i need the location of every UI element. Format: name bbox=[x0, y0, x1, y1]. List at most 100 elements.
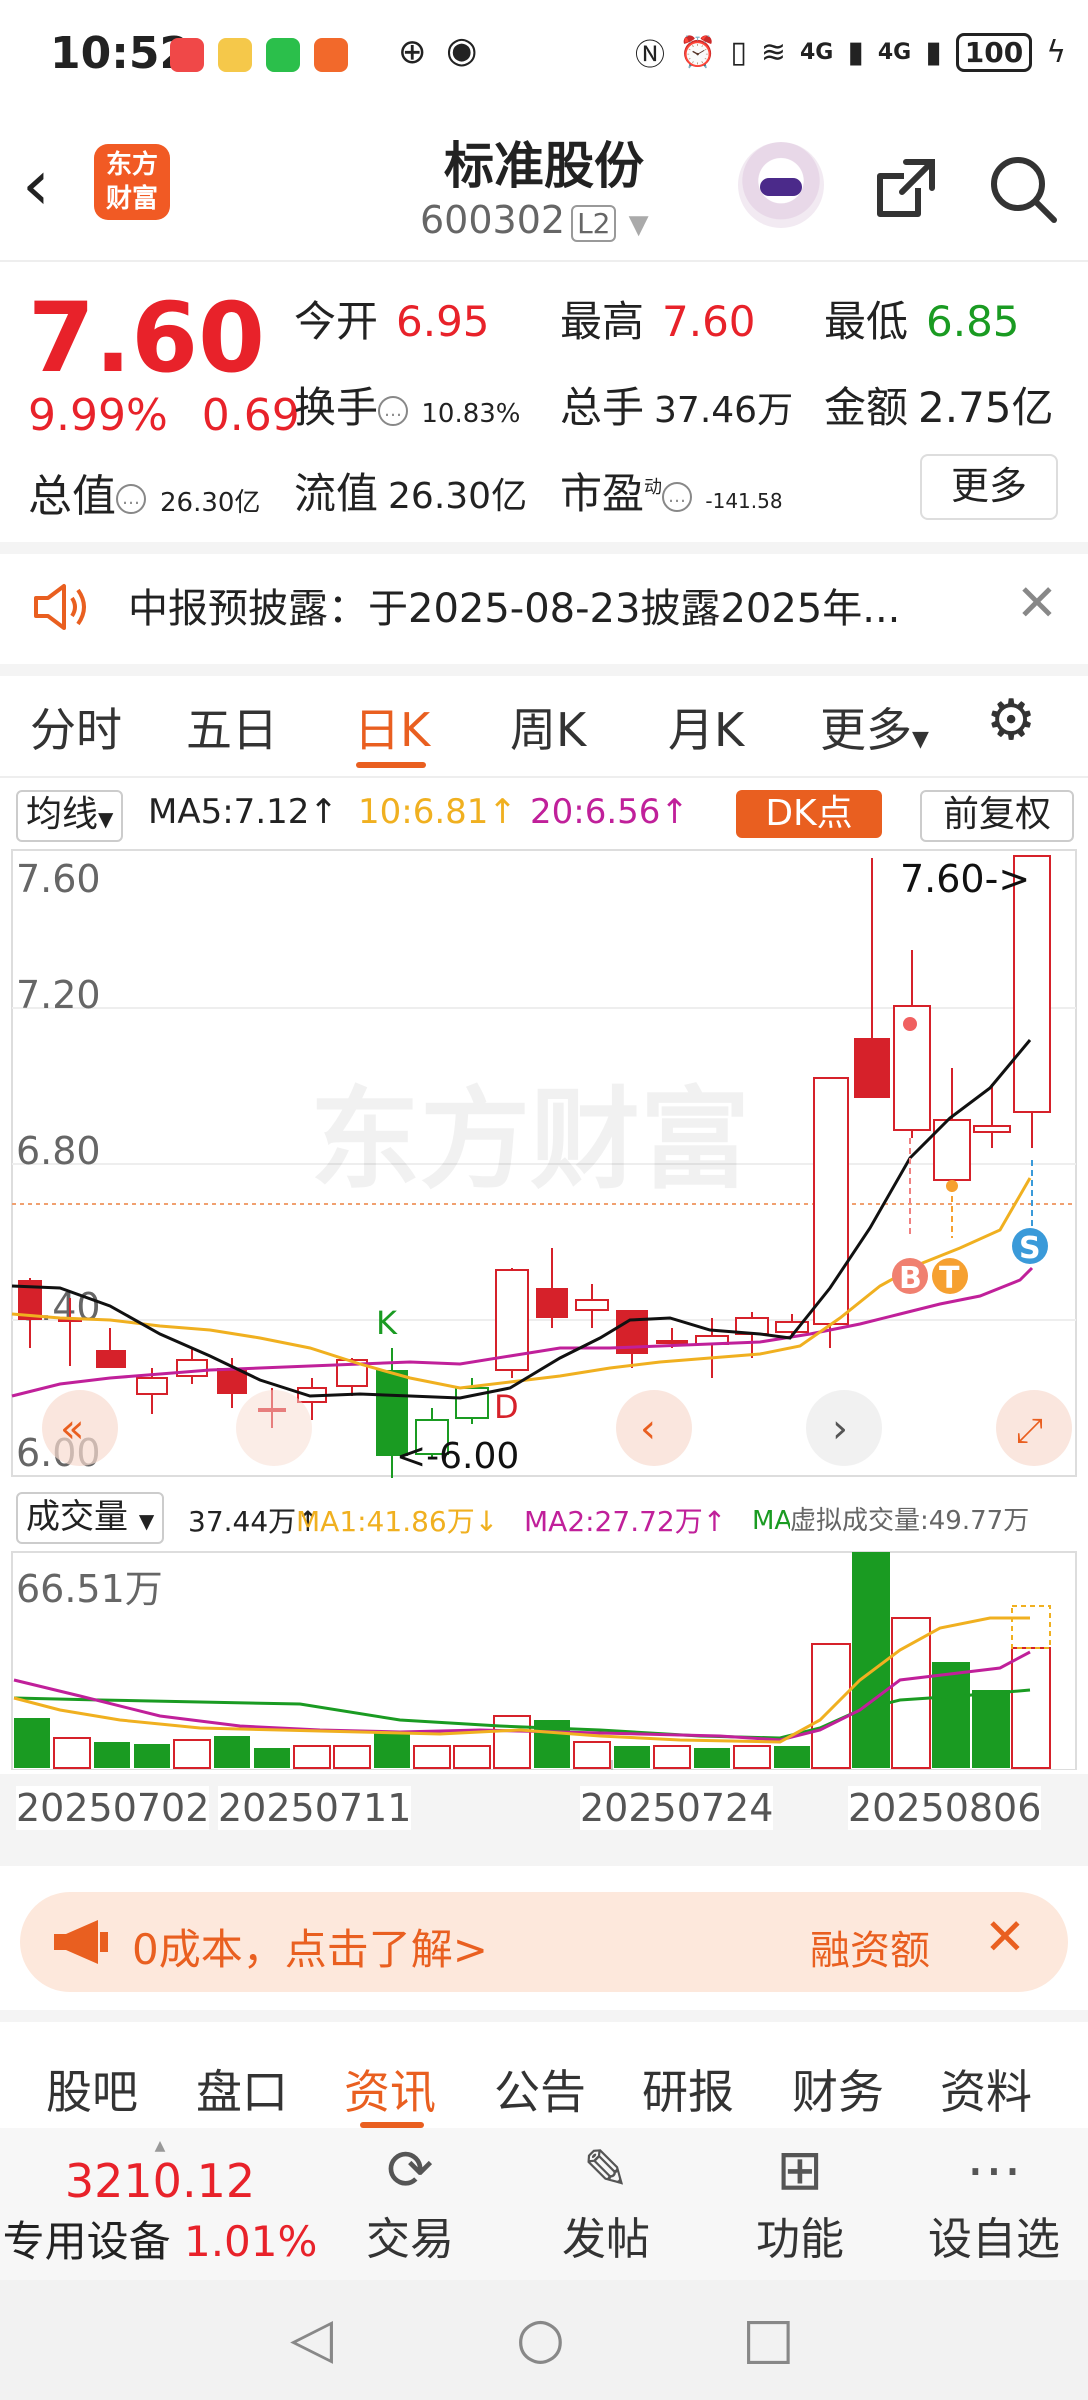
ma5-value: MA5:7.12↑ bbox=[148, 792, 338, 832]
y-label-760: 7.60 bbox=[16, 857, 101, 901]
volume-bar bbox=[932, 1662, 970, 1768]
more-circle-icon: ⋯ bbox=[966, 2138, 1022, 2203]
pe-value: -141.58 bbox=[705, 489, 783, 513]
grid-icon: ⊞ bbox=[776, 2138, 824, 2203]
candle bbox=[536, 1288, 568, 1318]
tab-daily-k[interactable]: 日K bbox=[354, 694, 430, 760]
weibo-icon bbox=[218, 38, 252, 72]
zoom-out-button[interactable] bbox=[236, 1390, 312, 1466]
share-icon[interactable] bbox=[866, 148, 946, 228]
amount-label: 金额 bbox=[824, 383, 909, 432]
volume-chart[interactable]: 66.51万 bbox=[0, 1550, 1088, 1770]
amount-value: 2.75亿 bbox=[918, 383, 1054, 432]
buy-marker-label: B bbox=[899, 1261, 922, 1296]
tab-monthly-k[interactable]: 月K bbox=[668, 694, 744, 760]
sector-change: 1.01% bbox=[183, 2217, 318, 2266]
notice-text: 中报预披露：于2025-08-23披露2025年... bbox=[128, 586, 901, 632]
sector-index-value: 3210.12 bbox=[64, 2154, 256, 2208]
volume-bar bbox=[811, 1643, 851, 1769]
float-cell: 流值 26.30亿 bbox=[294, 460, 527, 521]
mktcap-cell[interactable]: 总值… 26.30亿 bbox=[28, 460, 260, 524]
nav-home-icon[interactable]: ○ bbox=[516, 2306, 565, 2371]
caret-down-icon: ▼ bbox=[98, 807, 114, 831]
tab-guba[interactable]: 股吧 bbox=[46, 2056, 138, 2122]
tab-order-book[interactable]: 盘口 bbox=[196, 2056, 288, 2122]
nav-recents-icon[interactable]: □ bbox=[742, 2306, 795, 2371]
double-chevron-left-icon: « bbox=[60, 1406, 84, 1452]
open-label: 今开 bbox=[294, 297, 379, 346]
volume-bar bbox=[14, 1718, 50, 1768]
info-icon: … bbox=[378, 395, 409, 426]
notice-banner[interactable]: 中报预披露：于2025-08-23披露2025年... ✕ bbox=[0, 554, 1088, 676]
pe-cell[interactable]: 市盈动… -141.58 bbox=[560, 460, 783, 521]
low-price-label: <-6.00 bbox=[396, 1436, 519, 1477]
indicator-select[interactable]: 均线▼ bbox=[16, 790, 124, 842]
sector-index[interactable]: ▲ 3210.12 专用设备 1.01% bbox=[0, 2138, 320, 2269]
tab-five-day[interactable]: 五日 bbox=[186, 694, 278, 760]
tab-more[interactable]: 更多▼ bbox=[820, 694, 929, 760]
turnover-cell[interactable]: 换手… 10.83% bbox=[294, 374, 521, 435]
dk-point-button[interactable]: DK点 bbox=[736, 790, 882, 838]
virtual-volume: 虚拟成交量:49.77万 bbox=[790, 1500, 1030, 1537]
vol-ma2: MA2:27.72万↑ bbox=[524, 1505, 727, 1538]
close-icon[interactable]: ✕ bbox=[984, 1908, 1026, 1966]
stock-code: 600302 bbox=[420, 198, 566, 242]
tab-research[interactable]: 研报 bbox=[642, 2056, 734, 2122]
mktcap-label: 总值 bbox=[28, 471, 116, 522]
signal-2-label: 4G bbox=[877, 39, 912, 65]
volume-bar bbox=[573, 1741, 611, 1769]
send-app-icon bbox=[314, 38, 348, 72]
kline-chart[interactable]: 东方财富 7.60 7.20 6.80 6.40 6.00 7 bbox=[0, 848, 1088, 1478]
volume-bar bbox=[413, 1745, 451, 1769]
volume-label: 总手 bbox=[560, 383, 645, 432]
tab-news[interactable]: 资讯 bbox=[344, 2056, 436, 2122]
chevron-right-icon: › bbox=[832, 1406, 848, 1452]
float-value: 26.30亿 bbox=[388, 476, 528, 517]
adjust-mode-button[interactable]: 前复权 bbox=[920, 790, 1074, 842]
volume-indicator-select[interactable]: 成交量 ▼ bbox=[16, 1492, 165, 1544]
tab-financials[interactable]: 财务 bbox=[792, 2056, 884, 2122]
search-icon[interactable] bbox=[982, 148, 1062, 228]
low-value: 6.85 bbox=[926, 297, 1020, 346]
close-icon[interactable]: ✕ bbox=[1016, 574, 1058, 632]
battery-icon: 100 bbox=[955, 32, 1033, 72]
tab-announcements[interactable]: 公告 bbox=[494, 2056, 586, 2122]
assistant-avatar[interactable] bbox=[738, 142, 824, 228]
volume-bar bbox=[333, 1745, 371, 1769]
watermark: 东方财富 bbox=[310, 1076, 750, 1204]
status-bar: 10:52 ⊕ ◉ Ⓝ ⏰ ▯ ≋ 4G ▮ 4G ▮ 100 ϟ bbox=[0, 0, 1088, 110]
open-value: 6.95 bbox=[396, 297, 490, 346]
settings-icon[interactable]: ⚙ bbox=[986, 688, 1036, 753]
post-button[interactable]: ✎ 发帖 bbox=[536, 2138, 676, 2267]
info-icon: … bbox=[116, 484, 146, 514]
info-tabs: 股吧 盘口 资讯 公告 研报 财务 资料 bbox=[0, 2010, 1088, 2134]
trade-button[interactable]: ⟳ 交易 bbox=[340, 2138, 480, 2267]
volume-bar bbox=[293, 1745, 331, 1769]
current-price: 7.60 bbox=[28, 282, 265, 394]
chevron-down-icon: ▼ bbox=[628, 210, 649, 240]
float-label: 流值 bbox=[294, 469, 379, 518]
volume-bar bbox=[774, 1746, 810, 1768]
add-watchlist-button[interactable]: ⋯ 设自选 bbox=[914, 2138, 1074, 2267]
open-cell: 今开 6.95 bbox=[294, 288, 490, 349]
promo-banner[interactable]: 0成本，点击了解> 融资额 ✕ bbox=[20, 1892, 1068, 1992]
functions-button[interactable]: ⊞ 功能 bbox=[730, 2138, 870, 2267]
volume-max-label: 66.51万 bbox=[16, 1567, 163, 1611]
tab-profile[interactable]: 资料 bbox=[940, 2056, 1032, 2122]
bottom-action-bar: ▲ 3210.12 专用设备 1.01% ⟳ 交易 ✎ 发帖 ⊞ 功能 ⋯ 设自… bbox=[0, 2128, 1088, 2280]
pe-dynamic-mark: 动 bbox=[644, 477, 663, 498]
volume-bar bbox=[493, 1715, 531, 1769]
nav-back-icon[interactable]: ◁ bbox=[290, 2306, 333, 2371]
turnover-value: 10.83% bbox=[421, 399, 521, 429]
caret-up-icon: ▲ bbox=[154, 2138, 166, 2154]
volume-bar bbox=[694, 1748, 730, 1768]
tab-weekly-k[interactable]: 周K bbox=[510, 694, 586, 760]
candle bbox=[575, 1299, 609, 1311]
d-signal-label: D bbox=[494, 1388, 519, 1426]
stock-code-row[interactable]: 600302 L2 ▼ bbox=[420, 198, 649, 242]
date-label-2: 20250711 bbox=[218, 1786, 412, 1830]
more-quote-button[interactable]: 更多 bbox=[920, 454, 1058, 520]
volume-bar bbox=[733, 1745, 771, 1769]
tab-intraday[interactable]: 分时 bbox=[30, 694, 122, 760]
sector-name: 专用设备 bbox=[2, 2217, 171, 2266]
